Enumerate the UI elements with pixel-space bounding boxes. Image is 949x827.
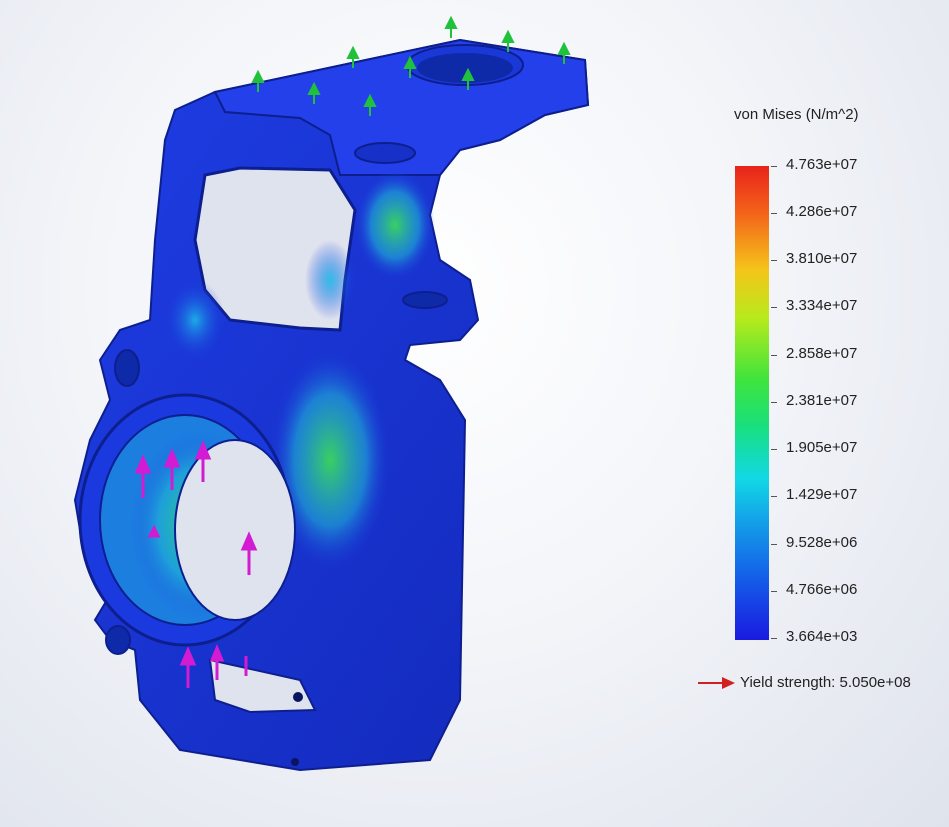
tick-mark	[771, 496, 777, 497]
legend-label: 4.763e+07	[786, 156, 858, 173]
tick-mark	[771, 260, 777, 261]
tick-mark	[771, 307, 777, 308]
tick-mark	[771, 402, 777, 403]
legend-label: 3.664e+03	[786, 628, 858, 645]
yield-strength-row: Yield strength: 5.050e+08	[698, 674, 911, 691]
legend-label: 3.810e+07	[786, 250, 858, 267]
legend-label: 4.766e+06	[786, 581, 858, 598]
knuckle-part	[73, 38, 590, 772]
colorbar	[735, 166, 769, 640]
legend-label: 4.286e+07	[786, 203, 858, 220]
legend-label: 1.905e+07	[786, 439, 858, 456]
legend-label: 2.858e+07	[786, 345, 858, 362]
tick-mark	[771, 213, 777, 214]
tick-mark	[771, 638, 777, 639]
fixture-arrow-icon	[444, 15, 458, 38]
tick-mark	[771, 166, 777, 167]
tick-mark	[771, 355, 777, 356]
legend-label: 9.528e+06	[786, 534, 858, 551]
legend-title: von Mises (N/m^2)	[734, 106, 859, 123]
legend-label: 2.381e+07	[786, 392, 858, 409]
legend-label: 1.429e+07	[786, 486, 858, 503]
legend-label: 3.334e+07	[786, 297, 858, 314]
tick-mark	[771, 544, 777, 545]
stress-plot-model	[73, 15, 590, 772]
tick-mark	[771, 591, 777, 592]
yield-strength-label: Yield strength: 5.050e+08	[740, 674, 911, 691]
arrow-right-icon	[698, 676, 735, 689]
tick-mark	[771, 449, 777, 450]
